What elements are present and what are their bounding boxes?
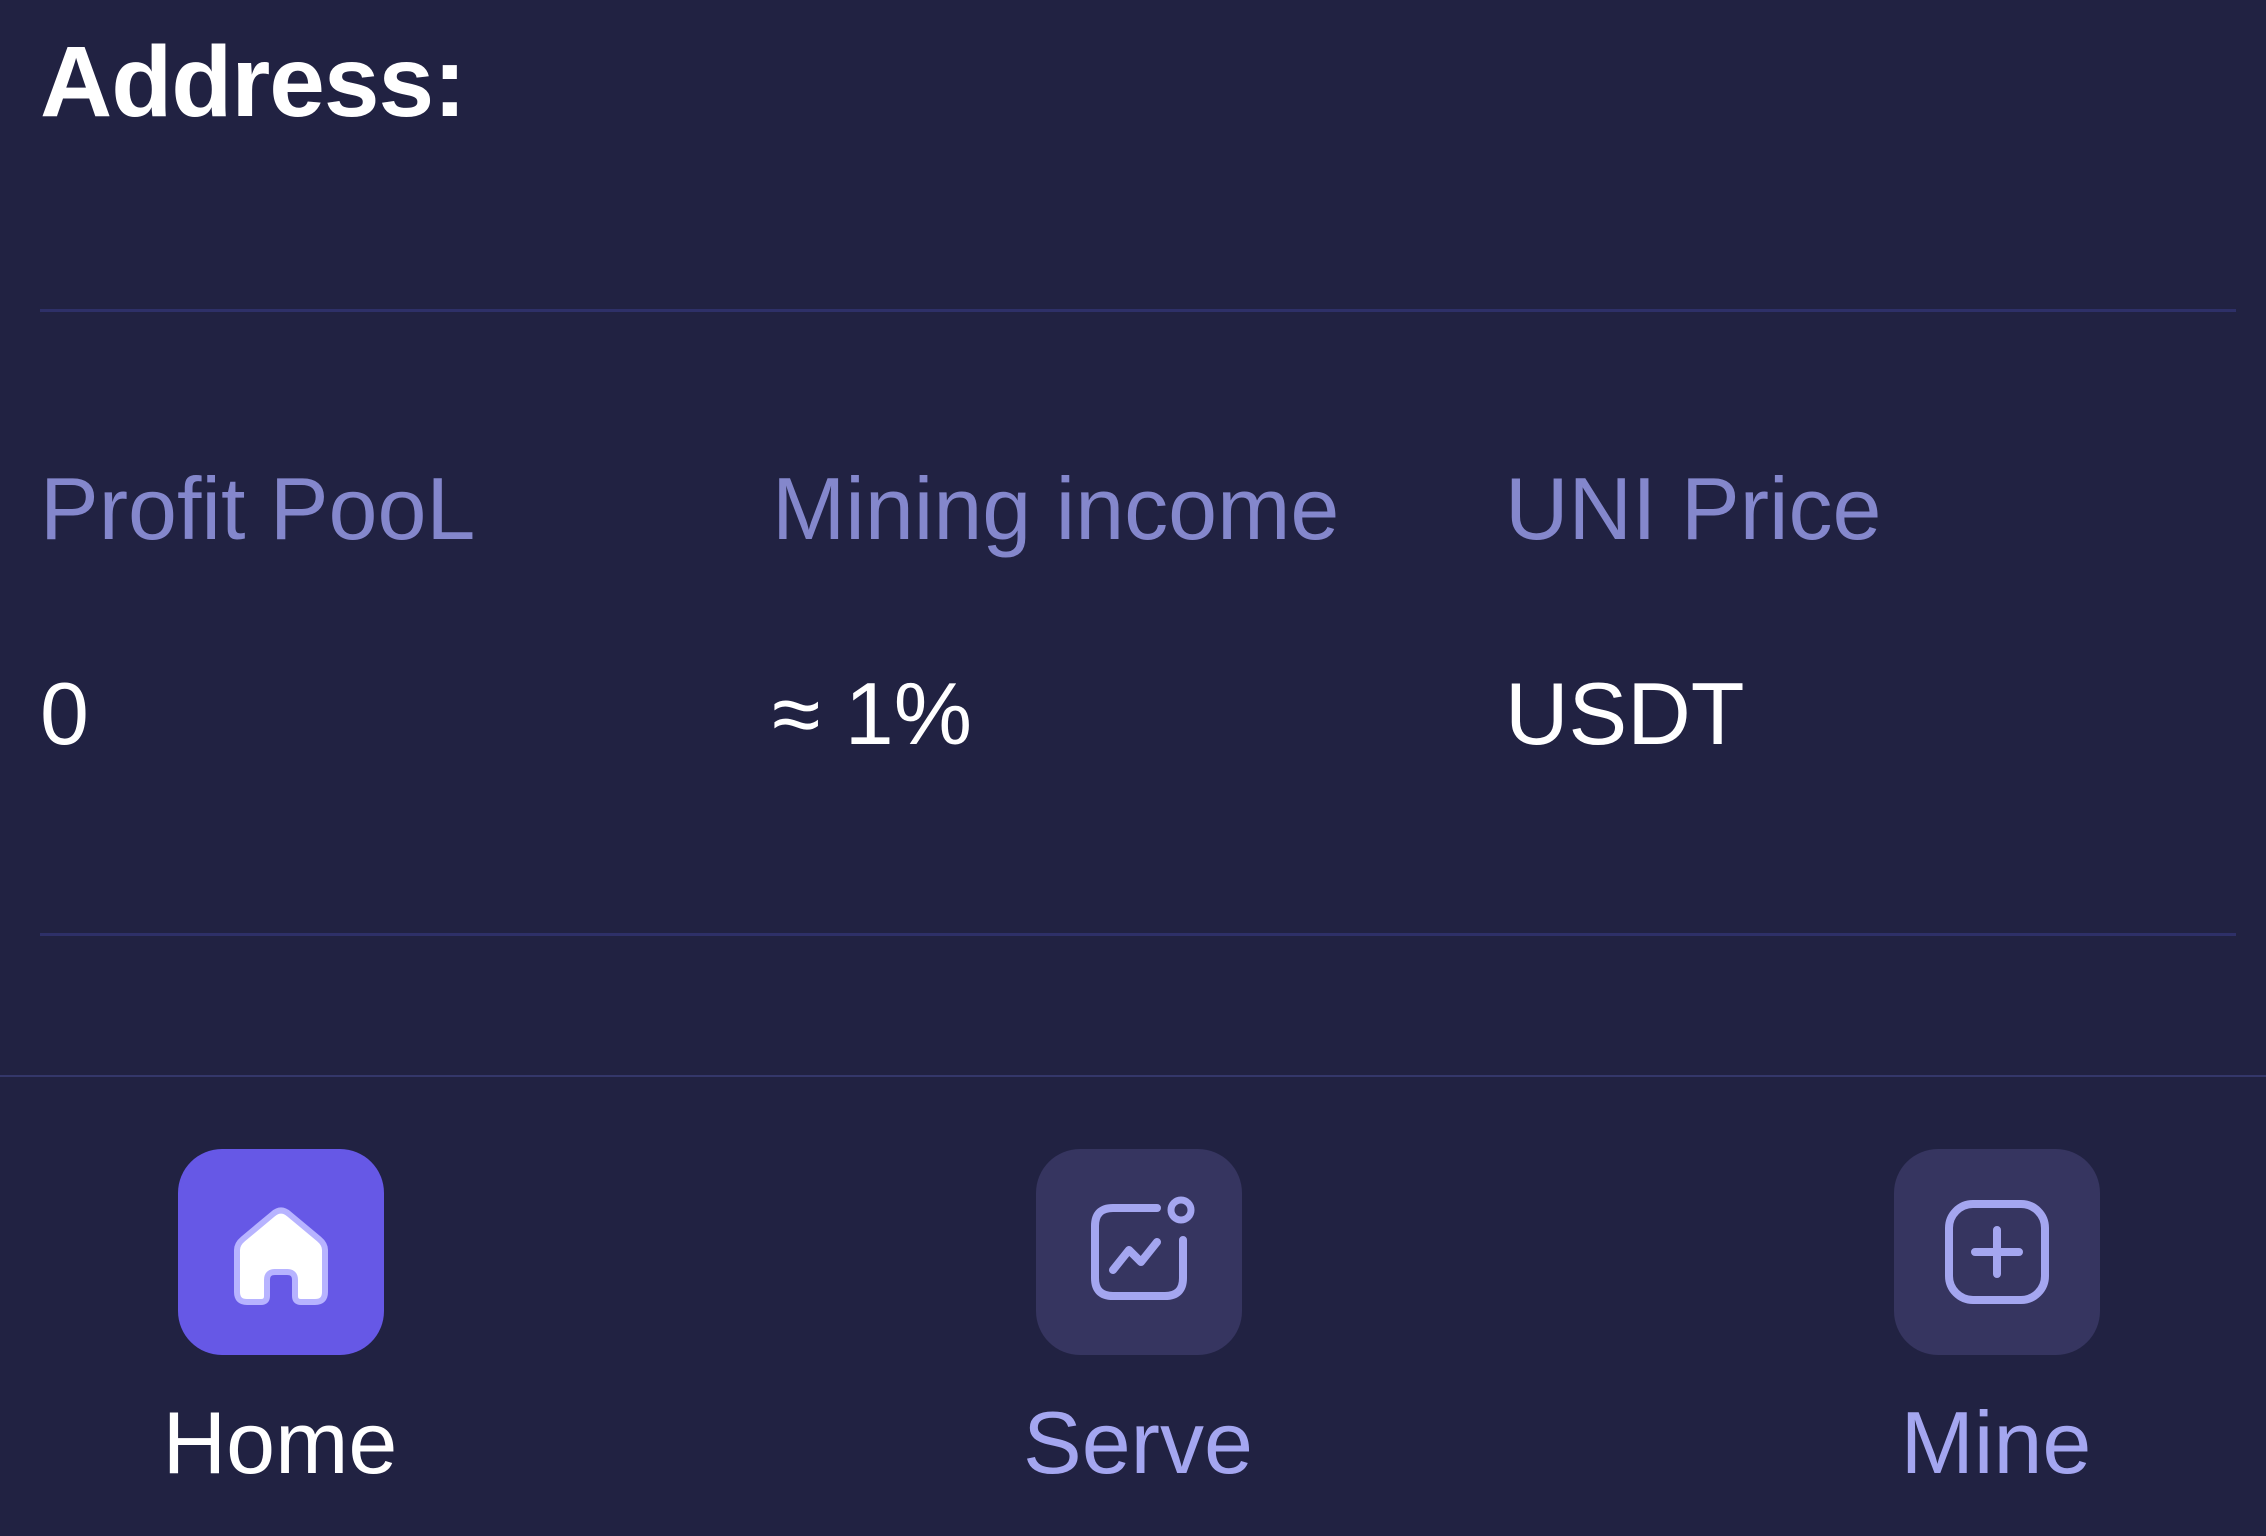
plus-square-icon xyxy=(1945,1200,2049,1304)
uni-price-label: UNI Price xyxy=(1505,459,1882,558)
nav-label-mine: Mine xyxy=(1900,1393,2092,1492)
mining-income-value: ≈ 1% xyxy=(772,664,972,763)
nav-tile-home xyxy=(178,1149,384,1355)
profit-pool-value: 0 xyxy=(40,664,89,763)
nav-item-serve[interactable]: Serve xyxy=(988,1149,1288,1529)
divider xyxy=(40,933,2236,936)
nav-item-mine[interactable]: Mine xyxy=(1846,1149,2146,1529)
profit-pool-label: Profit PooL xyxy=(40,459,476,558)
divider xyxy=(40,309,2236,312)
nav-label-home: Home xyxy=(162,1393,398,1492)
nav-tile-mine xyxy=(1894,1149,2100,1355)
chart-icon xyxy=(1091,1196,1195,1300)
nav-item-home[interactable]: Home xyxy=(130,1149,430,1529)
mining-income-label: Mining income xyxy=(772,459,1340,558)
home-icon xyxy=(234,1207,328,1305)
uni-price-value: USDT xyxy=(1505,664,1745,763)
address-label: Address: xyxy=(40,26,466,138)
nav-label-serve: Serve xyxy=(1023,1393,1253,1492)
nav-tile-serve xyxy=(1036,1149,1242,1355)
bottom-nav-bar: Home Serve Mine xyxy=(0,1075,2266,1536)
